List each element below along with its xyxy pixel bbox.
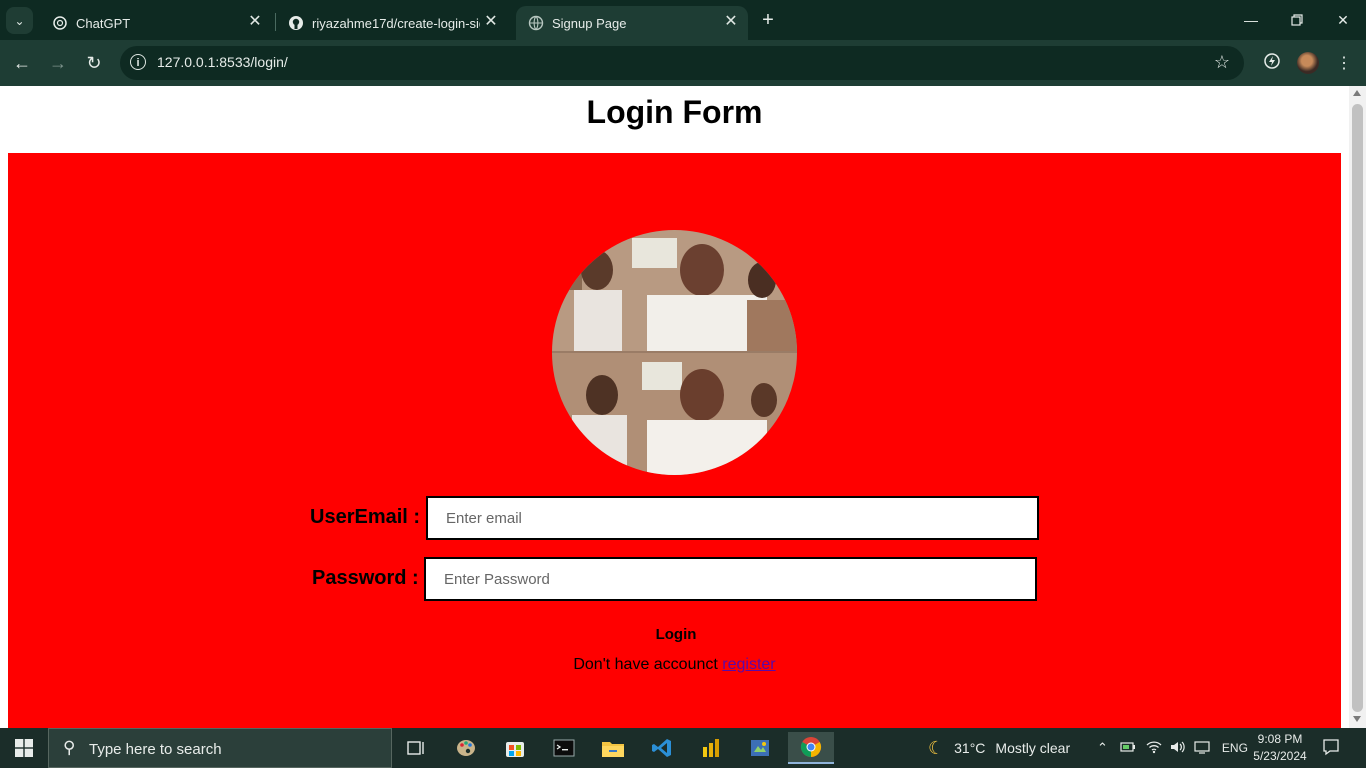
minimize-icon[interactable]: — <box>1228 0 1274 40</box>
display-icon[interactable] <box>1194 740 1210 757</box>
scroll-up-arrow-icon[interactable] <box>1353 90 1361 96</box>
register-prompt-text: Don't have accounct <box>573 656 718 673</box>
weather-temperature: 31°C <box>954 740 986 756</box>
chatgpt-icon <box>52 15 68 31</box>
power-bi-icon[interactable] <box>691 732 731 764</box>
tab-title: ChatGPT <box>76 15 131 31</box>
email-label: UserEmail : <box>310 506 421 528</box>
bookmark-star-icon[interactable]: ☆ <box>1214 52 1230 73</box>
tab-signup-page[interactable]: Signup Page ✕ <box>516 6 748 40</box>
windows-taskbar: ⚲ Type here to search ☾ 31°C Mostly clea… <box>0 728 1366 768</box>
close-tab-icon[interactable]: ✕ <box>482 13 500 31</box>
password-field[interactable] <box>424 557 1037 601</box>
register-prompt: Don't have accounct register <box>8 656 1341 674</box>
clock-date: 5/23/2024 <box>1253 749 1307 763</box>
notification-icon[interactable] <box>1322 738 1342 758</box>
extension-icon[interactable] <box>1260 52 1284 76</box>
clock-time: 9:08 PM <box>1257 732 1303 746</box>
taskbar-search-box[interactable]: ⚲ Type here to search <box>48 728 392 768</box>
windows-start-icon[interactable] <box>0 728 48 768</box>
battery-icon[interactable] <box>1120 741 1136 756</box>
language-indicator[interactable]: ENG <box>1222 741 1248 755</box>
task-view-icon[interactable] <box>396 732 436 764</box>
password-label: Password : <box>312 567 419 589</box>
url-text[interactable]: 127.0.0.1:8533/login/ <box>157 54 288 70</box>
github-icon <box>288 15 304 31</box>
app-icon[interactable] <box>740 732 780 764</box>
kebab-menu-icon[interactable]: ⋮ <box>1332 52 1356 76</box>
weather-widget[interactable]: ☾ 31°C Mostly clear <box>928 728 1070 768</box>
forward-arrow-icon[interactable]: → <box>45 50 71 76</box>
login-button[interactable]: Login <box>628 623 724 645</box>
reload-icon[interactable]: ↻ <box>81 50 107 76</box>
wifi-icon[interactable] <box>1146 740 1162 757</box>
close-tab-icon[interactable]: ✕ <box>246 13 264 31</box>
login-form-panel: UserEmail : Password : Login Don't have … <box>8 153 1341 728</box>
new-tab-plus-icon[interactable]: + <box>757 9 779 31</box>
register-link[interactable]: register <box>722 656 775 673</box>
tab-title: Signup Page <box>552 15 627 31</box>
volume-icon[interactable] <box>1170 740 1186 757</box>
profile-photo <box>552 230 797 475</box>
file-explorer-icon[interactable] <box>593 732 633 764</box>
microsoft-store-icon[interactable] <box>495 732 535 764</box>
restore-icon[interactable] <box>1274 0 1320 40</box>
page-title: Login Form <box>586 94 763 130</box>
taskbar-clock[interactable]: 9:08 PM 5/23/2024 <box>1246 731 1314 765</box>
tab-chatgpt[interactable]: ChatGPT ✕ <box>40 6 272 40</box>
terminal-icon[interactable] <box>544 732 584 764</box>
email-field[interactable] <box>426 496 1039 540</box>
paint-palette-icon[interactable] <box>446 732 486 764</box>
tab-title: riyazahme17d/create-login-sign <box>312 15 480 31</box>
tab-github[interactable]: riyazahme17d/create-login-sign ✕ <box>276 6 508 40</box>
scrollbar-thumb[interactable] <box>1352 104 1363 712</box>
tab-search-chevron-icon[interactable]: ⌄ <box>6 7 33 34</box>
page-scrollbar[interactable] <box>1349 86 1366 728</box>
scroll-down-arrow-icon[interactable] <box>1353 716 1361 722</box>
site-info-icon[interactable]: i <box>130 54 146 70</box>
chevron-up-icon[interactable]: ⌃ <box>1097 740 1108 756</box>
back-arrow-icon[interactable]: ← <box>9 50 35 76</box>
vscode-icon[interactable] <box>642 732 682 764</box>
address-bar[interactable]: i 127.0.0.1:8533/login/ ☆ <box>120 46 1244 80</box>
close-window-icon[interactable]: ✕ <box>1320 0 1366 40</box>
globe-icon <box>528 15 544 31</box>
chrome-icon[interactable] <box>788 732 834 764</box>
close-tab-icon[interactable]: ✕ <box>722 13 740 31</box>
profile-avatar[interactable] <box>1297 52 1319 74</box>
search-icon: ⚲ <box>63 738 76 757</box>
system-tray: ⌃ ENG <box>1097 728 1248 768</box>
browser-tab-bar: ⌄ ChatGPT ✕ riyazahme17d/create-login-si… <box>0 0 1366 40</box>
page-viewport: Login Form UserEmail: Enter email Passw… <box>0 86 1349 728</box>
weather-moon-icon: ☾ <box>928 737 945 758</box>
weather-description: Mostly clear <box>995 740 1071 756</box>
search-placeholder: Type here to search <box>89 741 222 758</box>
